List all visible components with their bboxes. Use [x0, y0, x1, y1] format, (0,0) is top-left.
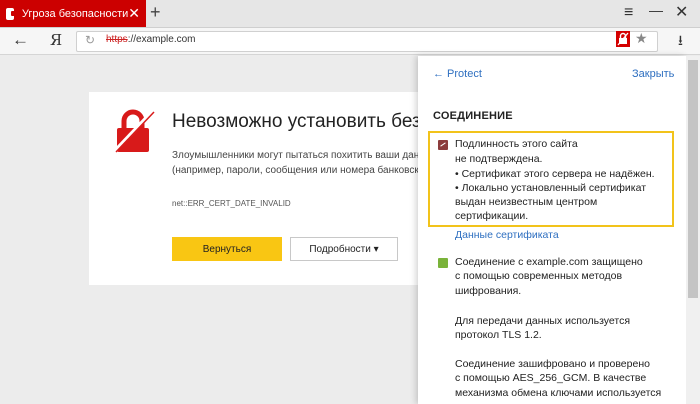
- broken-lock-icon: [110, 108, 156, 159]
- error-description: Злоумышленники могут пытаться похитить в…: [172, 148, 418, 178]
- download-icon[interactable]: ⭳: [678, 30, 683, 54]
- protect-back-link[interactable]: ← Protect: [433, 68, 482, 80]
- warning-lock-icon: [438, 140, 448, 150]
- warning-line: Подлинность этого сайта: [455, 138, 578, 150]
- warning-line: выдан неизвестным центром: [455, 196, 598, 208]
- warning-line: • Локально установленный сертификат: [455, 182, 647, 194]
- info-line: с помощью современных методов: [455, 270, 623, 282]
- warning-lock-icon: [6, 7, 15, 20]
- protect-shield-icon[interactable]: [616, 31, 630, 47]
- details-button[interactable]: Подробности ▾: [290, 237, 398, 261]
- section-title: СОЕДИНЕНИЕ: [433, 110, 513, 122]
- warning-line: сертификации.: [455, 210, 529, 222]
- info-line: механизма обмена ключами используется: [455, 387, 662, 399]
- minimize-icon[interactable]: —: [649, 2, 663, 18]
- secure-lock-icon: [438, 258, 448, 268]
- warning-line: • Сертификат этого сервера не надёжен.: [455, 168, 655, 180]
- close-link[interactable]: Закрыть: [632, 68, 674, 80]
- info-line: Соединение зашифровано и проверено: [455, 358, 650, 370]
- reload-icon[interactable]: ↻: [85, 33, 95, 47]
- back-arrow-icon[interactable]: ←: [12, 30, 29, 50]
- info-line: Для передачи данных используется: [455, 315, 631, 327]
- tab-title: Угроза безопасности: [21, 7, 129, 20]
- error-title: Невозможно установить безопасное соедине…: [172, 111, 418, 132]
- yandex-logo-icon[interactable]: Я: [50, 31, 62, 49]
- error-description-line: (например, пароли, сообщения или номера …: [172, 165, 418, 176]
- error-description-line: Злоумышленники могут пытаться похитить в…: [172, 150, 418, 161]
- warning-line: не подтверждена.: [455, 153, 543, 165]
- bookmark-star-icon[interactable]: ★: [635, 30, 648, 47]
- window-close-icon[interactable]: ✕: [675, 2, 688, 22]
- info-line: Соединение с example.com защищено: [455, 256, 643, 268]
- info-line: с помощью AES_256_GCM. В качестве: [455, 372, 647, 384]
- url-text[interactable]: https://example.com: [106, 34, 196, 45]
- menu-icon[interactable]: ≡: [624, 4, 633, 22]
- tab-close-icon[interactable]: ✕: [128, 5, 140, 22]
- new-tab-button[interactable]: +: [150, 2, 161, 23]
- info-line: шифрования.: [455, 285, 522, 297]
- scrollbar-thumb[interactable]: [688, 60, 698, 298]
- url-host: ://example.com: [127, 34, 196, 45]
- error-code: net::ERR_CERT_DATE_INVALID: [172, 199, 291, 208]
- url-protocol: https: [106, 34, 128, 45]
- go-back-button[interactable]: Вернуться: [172, 237, 282, 261]
- certificate-data-link[interactable]: Данные сертификата: [455, 229, 559, 241]
- info-line: протокол TLS 1.2.: [455, 329, 542, 341]
- tab-active[interactable]: Угроза безопасности ✕: [0, 0, 146, 27]
